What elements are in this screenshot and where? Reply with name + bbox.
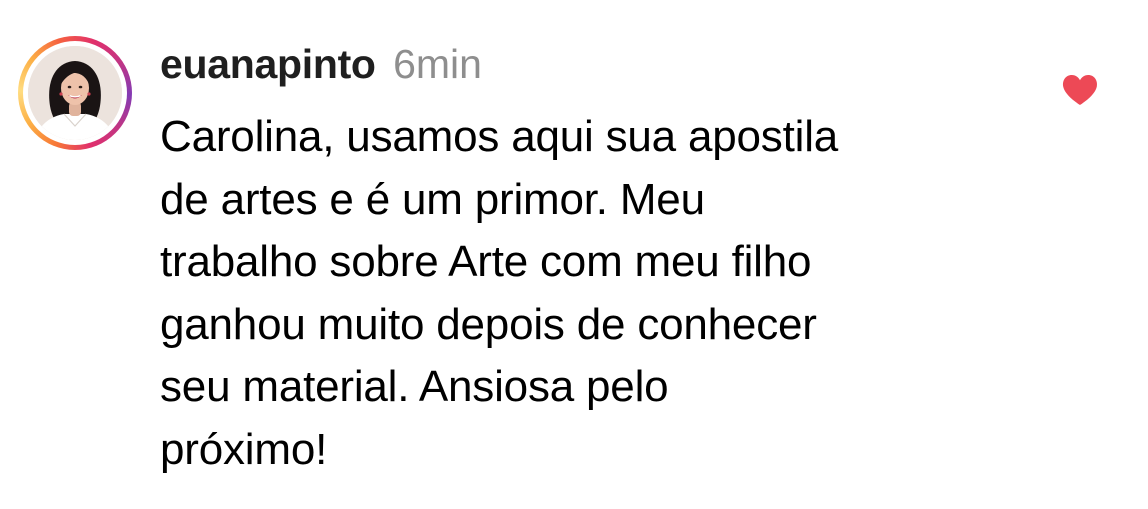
comment-header: euanapinto 6min [160, 38, 482, 90]
comment: euanapinto 6min Carolina, usamos aqui su… [0, 0, 1148, 509]
heart-icon [1062, 75, 1098, 105]
avatar[interactable] [28, 46, 122, 140]
story-ring[interactable] [18, 36, 132, 150]
avatar-border [23, 41, 127, 145]
avatar-photo [28, 46, 122, 140]
like-button[interactable] [1062, 74, 1098, 106]
timestamp: 6min [393, 41, 482, 87]
username-link[interactable]: euanapinto [160, 41, 376, 87]
comment-text: Carolina, usamos aqui sua apostila de ar… [160, 112, 839, 474]
